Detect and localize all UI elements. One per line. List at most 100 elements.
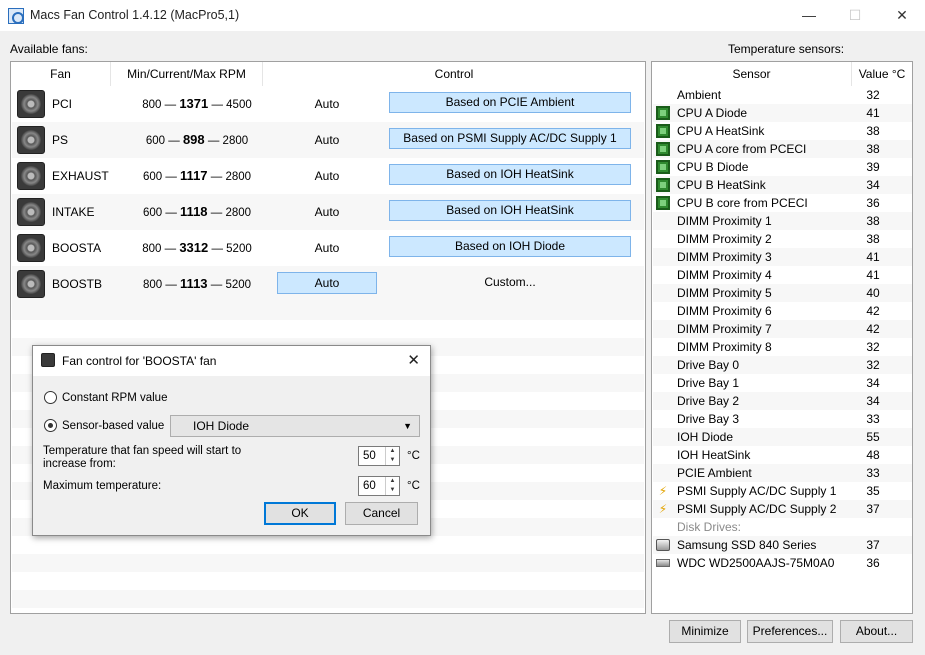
fan-control-button[interactable]: Based on IOH HeatSink	[389, 200, 631, 221]
sensor-row[interactable]: CPU A core from PCECI 38	[653, 140, 912, 158]
fan-mode-auto-button[interactable]: Auto	[277, 272, 377, 294]
fan-mode-auto-button[interactable]: Auto	[277, 97, 377, 111]
rpm-dash: —	[165, 279, 177, 291]
fan-row[interactable]: BOOSTB 800 — 1113 — 5200 Auto Custom...	[12, 266, 644, 302]
sensor-row[interactable]: DIMM Proximity 7 42	[653, 320, 912, 338]
sensor-select-value: IOH Diode	[193, 419, 250, 433]
fan-mode-auto-button[interactable]: Auto	[277, 169, 377, 183]
start-temp-stepper[interactable]: 50 ▲ ▼	[358, 446, 400, 466]
fan-rpm-current: 1118	[180, 204, 208, 219]
fan-rpm-min: 800	[142, 243, 162, 255]
sensor-row[interactable]: CPU B Diode 39	[653, 158, 912, 176]
fan-rpm-min: 600	[142, 207, 163, 219]
sensor-row[interactable]: DIMM Proximity 2 38	[653, 230, 912, 248]
title-bar: Macs Fan Control 1.4.12 (MacPro5,1) — ☐ …	[0, 0, 925, 31]
sensor-row[interactable]: CPU B core from PCECI 36	[653, 194, 912, 212]
fan-icon	[17, 198, 45, 226]
sensor-value: 37	[866, 502, 880, 516]
column-header-rpm[interactable]: Min/Current/Max RPM	[111, 62, 263, 86]
minimize-button[interactable]: Minimize	[669, 620, 741, 643]
chip-icon	[656, 124, 670, 138]
fan-mode-auto-button[interactable]: Auto	[277, 205, 377, 219]
about-button[interactable]: About...	[840, 620, 913, 643]
fan-rpm-max: 2800	[225, 207, 252, 219]
sensor-name: Ambient	[677, 88, 722, 102]
column-header-value[interactable]: Value °C	[852, 62, 912, 86]
fan-rpm-max: 5200	[225, 279, 252, 291]
sensor-based-radio[interactable]	[44, 419, 57, 432]
max-temp-stepper[interactable]: 60 ▲ ▼	[358, 476, 400, 496]
window-close-button[interactable]: ✕	[879, 0, 925, 31]
fan-icon	[41, 353, 55, 367]
fan-control-button[interactable]: Based on IOH HeatSink	[389, 164, 631, 185]
fan-rpm-current: 1117	[180, 168, 208, 183]
stepper-arrows-icon[interactable]: ▲ ▼	[385, 477, 399, 495]
sensor-row[interactable]: Ambient 32	[653, 86, 912, 104]
sensor-name: CPU A HeatSink	[677, 124, 765, 138]
column-header-control[interactable]: Control	[263, 62, 645, 86]
sensors-table: Sensor Value °C Ambient 32 CPU A Diode 41 CP…	[651, 61, 913, 614]
fan-rpm: 800 — 3312 — 5200	[122, 240, 272, 255]
chip-icon	[656, 160, 670, 174]
sensor-row[interactable]: DIMM Proximity 3 41	[653, 248, 912, 266]
window-minimize-button[interactable]: —	[786, 0, 832, 31]
preferences-button[interactable]: Preferences...	[747, 620, 833, 643]
empty-row	[12, 572, 644, 590]
column-header-fan[interactable]: Fan	[11, 62, 111, 86]
sensor-name: PCIE Ambient	[677, 466, 752, 480]
sensor-row[interactable]: Drive Bay 0 32	[653, 356, 912, 374]
rpm-dash: —	[211, 99, 223, 111]
fan-rpm-max: 2800	[225, 171, 252, 183]
sensor-value: 37	[866, 538, 880, 552]
fan-rpm-min: 800	[142, 99, 162, 111]
fan-row[interactable]: EXHAUST 600 — 1117 — 2800 Auto Based on IOH…	[12, 158, 644, 194]
fan-mode-auto-button[interactable]: Auto	[277, 241, 377, 255]
fan-control-button[interactable]: Based on PCIE Ambient	[389, 92, 631, 113]
sensor-row[interactable]: Drive Bay 3 33	[653, 410, 912, 428]
sensor-value: 38	[866, 232, 880, 246]
fan-row[interactable]: INTAKE 600 — 1118 — 2800 Auto Based on IOH …	[12, 194, 644, 230]
sensor-row[interactable]: DIMM Proximity 4 41	[653, 266, 912, 284]
dialog-close-button[interactable]: ✕	[407, 351, 420, 369]
sensor-row[interactable]: CPU B HeatSink 34	[653, 176, 912, 194]
sensor-row[interactable]: DIMM Proximity 6 42	[653, 302, 912, 320]
sensor-row[interactable]: DIMM Proximity 1 38	[653, 212, 912, 230]
window-maximize-button[interactable]: ☐	[832, 0, 878, 31]
cancel-button[interactable]: Cancel	[345, 502, 418, 525]
sensor-name: DIMM Proximity 7	[677, 322, 772, 336]
sensor-row[interactable]: ⚡ PSMI Supply AC/DC Supply 2 37	[653, 500, 912, 518]
fan-control-button[interactable]: Based on IOH Diode	[389, 236, 631, 257]
sensor-based-label[interactable]: Sensor-based value	[62, 420, 164, 432]
fan-control-button[interactable]: Custom...	[389, 272, 631, 293]
sensor-row[interactable]: IOH Diode 55	[653, 428, 912, 446]
lightning-icon: ⚡	[658, 502, 668, 516]
sensor-name: DIMM Proximity 4	[677, 268, 772, 282]
sensor-row[interactable]: CPU A Diode 41	[653, 104, 912, 122]
sensor-row[interactable]: Samsung SSD 840 Series 37	[653, 536, 912, 554]
fan-mode-auto-button[interactable]: Auto	[277, 133, 377, 147]
fan-row[interactable]: PCI 800 — 1371 — 4500 Auto Based on PCIE Am…	[12, 86, 644, 122]
sensor-row[interactable]: Drive Bay 2 34	[653, 392, 912, 410]
fan-rpm-current: 3312	[179, 240, 209, 255]
sensor-row[interactable]: DIMM Proximity 8 32	[653, 338, 912, 356]
sensor-row[interactable]: PCIE Ambient 33	[653, 464, 912, 482]
fan-control-button[interactable]: Based on PSMI Supply AC/DC Supply 1	[389, 128, 631, 149]
stepper-arrows-icon[interactable]: ▲ ▼	[385, 447, 399, 465]
ok-button[interactable]: OK	[264, 502, 336, 525]
constant-rpm-label[interactable]: Constant RPM value	[62, 392, 167, 404]
sensor-row[interactable]: DIMM Proximity 5 40	[653, 284, 912, 302]
sensor-row[interactable]: CPU A HeatSink 38	[653, 122, 912, 140]
sensor-row[interactable]: Drive Bay 1 34	[653, 374, 912, 392]
sensor-select[interactable]: IOH Diode ▼	[170, 415, 420, 437]
fan-row[interactable]: PS 600 — 898 — 2800 Auto Based on PSMI Supp…	[12, 122, 644, 158]
constant-rpm-radio[interactable]	[44, 391, 57, 404]
sensor-value: 41	[866, 106, 880, 120]
sensor-row[interactable]: IOH HeatSink 48	[653, 446, 912, 464]
sensor-row[interactable]: ⚡ PSMI Supply AC/DC Supply 1 35	[653, 482, 912, 500]
fan-row[interactable]: BOOSTA 800 — 3312 — 5200 Auto Based on IOH …	[12, 230, 644, 266]
sensor-name: Disk Drives:	[677, 520, 742, 534]
sensor-row[interactable]: WDC WD2500AAJS-75M0A0 36	[653, 554, 912, 572]
fan-rpm-max: 5200	[226, 243, 252, 255]
fan-icon	[17, 90, 45, 118]
column-header-sensor[interactable]: Sensor	[652, 62, 852, 86]
